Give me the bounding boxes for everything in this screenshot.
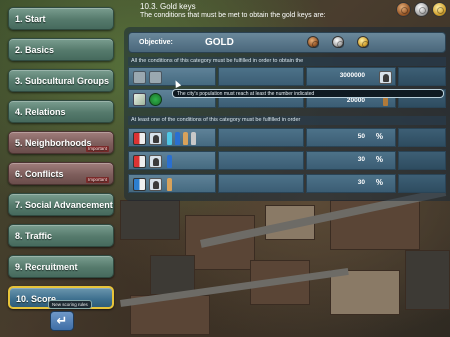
page-header: 10.3. Gold keys The conditions that must…	[140, 2, 390, 20]
building	[150, 255, 195, 295]
condition-unit: %	[375, 178, 383, 187]
menu-item-neighborhoods[interactable]: 5. Neighborhoods Important	[8, 131, 114, 154]
condition-blank	[218, 151, 304, 170]
building-icon	[133, 71, 146, 84]
population-tooltip: The city's population must reach at leas…	[172, 89, 444, 98]
score-tooltip: New scoring rules	[48, 300, 92, 309]
condition-number: 20000	[346, 97, 365, 104]
menu-item-recruitment[interactable]: 9. Recruitment	[8, 255, 114, 278]
menu-label: 7. Social Advancement	[15, 200, 113, 210]
menu-label: 3. Subcultural Groups	[15, 76, 110, 86]
condition-number: 30	[357, 179, 365, 186]
money-icon	[379, 71, 392, 84]
building	[120, 200, 180, 240]
objective-value: GOLD	[205, 37, 234, 48]
bronze-key-icon[interactable]	[307, 36, 319, 48]
menu-item-subcultural-groups[interactable]: 3. Subcultural Groups	[8, 69, 114, 92]
menu-item-social-advancement[interactable]: 7. Social Advancement	[8, 193, 114, 216]
people-icon	[149, 132, 162, 145]
condition-row: 30 %	[128, 151, 446, 170]
condition-number: 3000000	[339, 72, 365, 79]
section-all-conditions: All the conditions of this category must…	[128, 57, 446, 66]
condition-end	[398, 151, 446, 170]
condition-end	[398, 128, 446, 147]
condition-number: 30	[357, 156, 365, 163]
menu-label: 9. Recruitment	[15, 262, 78, 272]
people-icon	[149, 178, 162, 191]
gold-key-icon[interactable]	[357, 36, 369, 48]
menu-item-conflicts[interactable]: 6. Conflicts Important	[8, 162, 114, 185]
condition-unit: %	[375, 155, 383, 164]
person-icon	[167, 132, 172, 145]
menu-label: 8. Traffic	[15, 231, 53, 241]
condition-row: 50 %	[128, 128, 446, 147]
menu-item-traffic[interactable]: 8. Traffic	[8, 224, 114, 247]
menu-label: 4. Relations	[15, 107, 66, 117]
objective-bar: Objective: GOLD	[128, 32, 446, 53]
section-description: The conditions that must be met to obtai…	[140, 12, 326, 19]
person-icon	[191, 132, 196, 145]
crowd-icon	[149, 71, 162, 84]
people-icon	[149, 155, 162, 168]
objective-label: Objective:	[139, 39, 173, 46]
important-badge: Important	[85, 146, 109, 152]
menu-label: 5. Neighborhoods	[15, 138, 92, 148]
group-badge-icon	[133, 132, 146, 145]
money-icon	[133, 93, 146, 106]
condition-value: 50 %	[306, 128, 396, 147]
back-button[interactable]: ↵	[50, 311, 74, 331]
population-icon	[149, 93, 162, 106]
person-icon	[167, 178, 172, 191]
condition-end	[398, 174, 446, 193]
condition-blank	[218, 174, 304, 193]
condition-icons	[128, 174, 216, 193]
condition-blank	[218, 67, 304, 86]
condition-unit: %	[375, 132, 383, 141]
group-badge-icon	[133, 155, 146, 168]
menu-label: 6. Conflicts	[15, 169, 64, 179]
condition-end	[398, 67, 446, 86]
back-arrow-icon: ↵	[56, 313, 68, 328]
silver-key-icon[interactable]	[332, 36, 344, 48]
important-badge: Important	[85, 177, 109, 183]
person-icon	[175, 132, 180, 145]
condition-value: 30 %	[306, 174, 396, 193]
menu-label: 1. Start	[15, 14, 46, 24]
condition-icons	[128, 128, 216, 147]
person-icon	[183, 132, 188, 145]
gold-key-icon[interactable]	[432, 2, 447, 17]
menu-label: 2. Basics	[15, 45, 55, 55]
condition-number: 50	[357, 133, 365, 140]
group-badge-icon	[133, 178, 146, 191]
silver-key-icon[interactable]	[414, 2, 429, 17]
bronze-key-icon[interactable]	[396, 2, 411, 17]
condition-blank	[218, 128, 304, 147]
key-medals	[394, 1, 450, 19]
menu-item-relations[interactable]: 4. Relations	[8, 100, 114, 123]
person-icon	[167, 155, 172, 168]
section-title: 10.3. Gold keys	[140, 2, 196, 11]
building	[405, 250, 450, 310]
condition-row: 30 %	[128, 174, 446, 193]
section-one-condition: At least one of the conditions of this c…	[128, 116, 446, 125]
menu-item-basics[interactable]: 2. Basics	[8, 38, 114, 61]
menu-item-start[interactable]: 1. Start	[8, 7, 114, 30]
condition-value: 30 %	[306, 151, 396, 170]
building	[330, 270, 400, 315]
condition-value: 3000000	[306, 67, 396, 86]
condition-icons	[128, 151, 216, 170]
condition-icons	[128, 67, 216, 86]
